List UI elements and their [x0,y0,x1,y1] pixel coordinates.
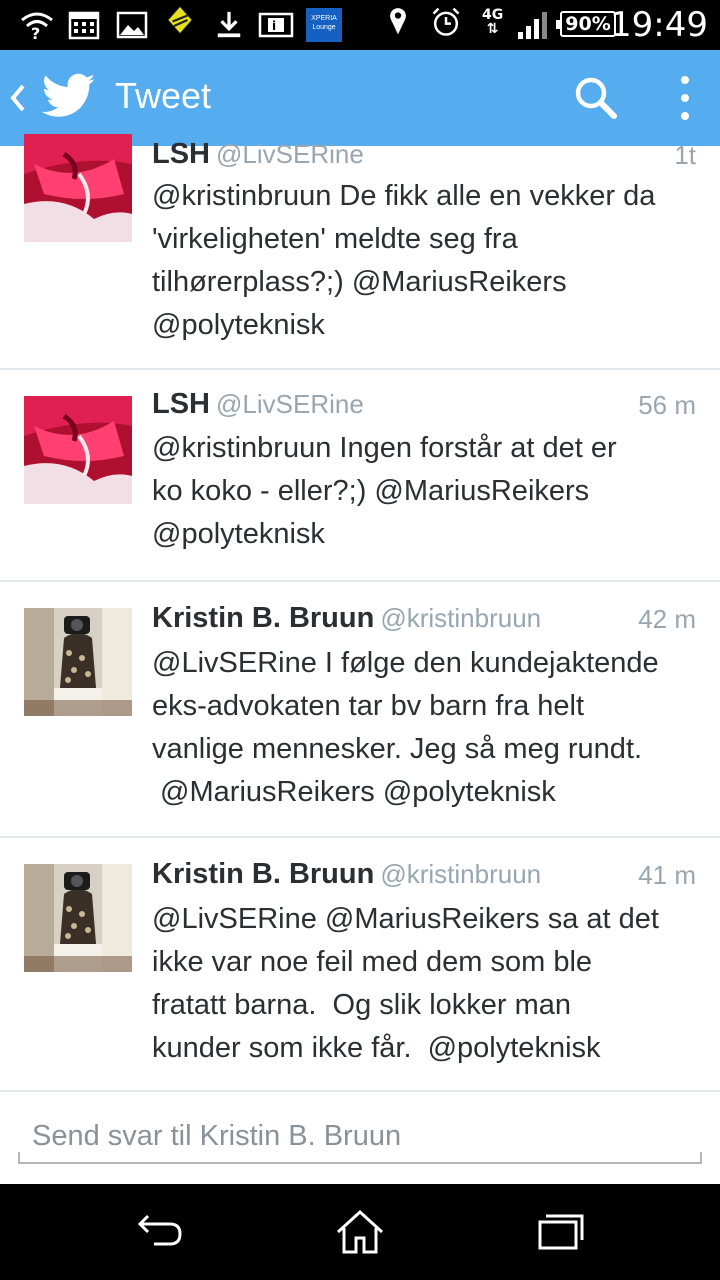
author-name[interactable]: LSH [152,138,210,170]
tweet-text-line: ikke var noe feil med dem som ble [152,946,593,978]
tweet-text-line: @kristinbruun De fikk alle en vekker da [152,180,656,212]
tweet-time: 42 m [638,604,696,634]
tweet-text-line: fratatt barna. Og slik lokker man [152,989,572,1021]
tweet-time: 56 m [638,390,696,420]
tweet-text: @kristinbruun Ingen forstår at det er ko… [152,427,697,556]
xperia-lounge-icon: XPERIA Lounge [306,8,342,42]
info-icon: i [258,12,294,38]
recent-apps-icon[interactable] [536,1208,586,1254]
tweet-text-line: @LivSERine I følge den kundejaktende [152,647,659,679]
author-name[interactable]: LSH [152,388,210,420]
tweet-header: LSH @LivSERine 56 m [152,388,696,424]
tweet-text-line: @LivSERine @MariusReikers sa at det [152,903,659,935]
download-icon [217,11,241,38]
tweet-header: Kristin B. Bruun @kristinbruun 41 m [152,858,696,894]
back-nav-icon[interactable] [134,1208,186,1252]
tweet-item[interactable]: Kristin B. Bruun @kristinbruun 42 m @LivS… [0,582,720,838]
tweet-text: @LivSERine @MariusReikers sa at det ikke… [152,898,697,1070]
tweet-item[interactable]: Kristin B. Bruun @kristinbruun 41 m @LivS… [0,838,720,1092]
avatar[interactable] [24,864,132,972]
svg-text:i: i [272,19,276,33]
tweet-text-line: @MariusReikers @polyteknisk [152,776,556,808]
avatar[interactable] [24,396,132,504]
tweet-text: @kristinbruun De fikk alle en vekker da … [152,175,697,347]
calendar-icon [68,11,100,40]
tweet-item[interactable]: LSH @LivSERine 1t @kristinbruun De fikk a… [0,106,720,370]
avatar[interactable] [24,608,132,716]
reply-box [18,1118,702,1164]
alarm-icon [432,7,460,36]
status-bar: ? i XPERIA Lounge 4G ⇅ 90% 19:49 [0,0,720,50]
signal-icon [518,12,547,39]
tweet-text-line: vanlige mennesker. Jeg så meg rundt. [152,733,643,765]
tweet-text-line: @polyteknisk [152,518,325,550]
tweet-time: 41 m [638,860,696,890]
tweet-text: @LivSERine I følge den kundejaktende eks… [152,642,697,814]
app-icon [167,5,193,35]
tweet-item[interactable]: LSH @LivSERine 56 m @kristinbruun Ingen f… [0,370,720,582]
author-name[interactable]: Kristin B. Bruun [152,858,374,890]
tweet-time: 1t [674,140,696,170]
network-type-label: 4G [482,7,504,23]
network-4g-icon: 4G ⇅ [482,7,504,37]
tweet-text-line: tilhørerplass?;) @MariusReikers [152,266,567,298]
home-icon[interactable] [334,1208,386,1256]
author-handle[interactable]: @kristinbruun [380,603,541,633]
system-nav-bar [0,1184,720,1280]
tweet-header: LSH @LivSERine 1t [152,138,696,174]
battery-icon: 90% [556,11,616,37]
tweet-text-line: ko koko - eller?;) @MariusReikers [152,475,590,507]
wifi-question-icon: ? [21,12,53,40]
image-icon [116,11,148,39]
author-handle[interactable]: @kristinbruun [380,859,541,889]
author-name[interactable]: Kristin B. Bruun [152,602,374,634]
tweet-header: Kristin B. Bruun @kristinbruun 42 m [152,602,696,638]
avatar[interactable] [24,134,132,242]
reply-input[interactable] [32,1120,692,1153]
clock: 19:49 [610,5,708,45]
location-icon [390,8,406,35]
tweet-text-line: @polyteknisk [152,309,325,341]
author-handle[interactable]: @LivSERine [216,139,364,169]
tweet-text-line: 'virkeligheten' meldte seg fra [152,223,518,255]
tweet-text-line: @kristinbruun Ingen forstår at det er [152,432,617,464]
author-handle[interactable]: @LivSERine [216,389,364,419]
tweet-text-line: eks-advokaten tar bv barn fra helt [152,690,585,722]
svg-text:?: ? [31,24,40,40]
tweet-text-line: kunder som ikke får. @polyteknisk [152,1032,601,1064]
